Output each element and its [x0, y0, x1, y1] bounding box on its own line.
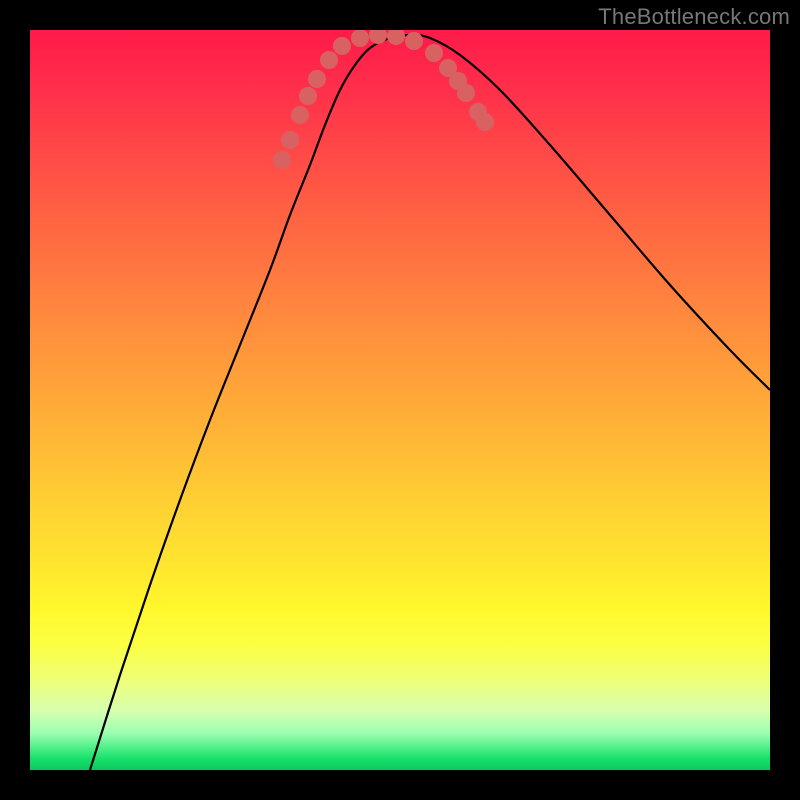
curve-marker — [299, 87, 317, 105]
curve-marker — [291, 106, 309, 124]
curve-marker — [476, 113, 494, 131]
curve-marker — [320, 51, 338, 69]
curve-marker — [457, 84, 475, 102]
curve-marker — [425, 44, 443, 62]
watermark-text: TheBottleneck.com — [598, 4, 790, 30]
curve-marker — [333, 37, 351, 55]
marker-group — [273, 30, 494, 169]
curve-marker — [273, 151, 291, 169]
curve-svg — [30, 30, 770, 770]
curve-marker — [351, 30, 369, 47]
chart-frame: TheBottleneck.com — [0, 0, 800, 800]
curve-marker — [369, 30, 387, 44]
curve-marker — [281, 131, 299, 149]
curve-marker — [387, 30, 405, 45]
curve-marker — [405, 32, 423, 50]
bottleneck-curve — [90, 35, 770, 770]
curve-marker — [308, 70, 326, 88]
